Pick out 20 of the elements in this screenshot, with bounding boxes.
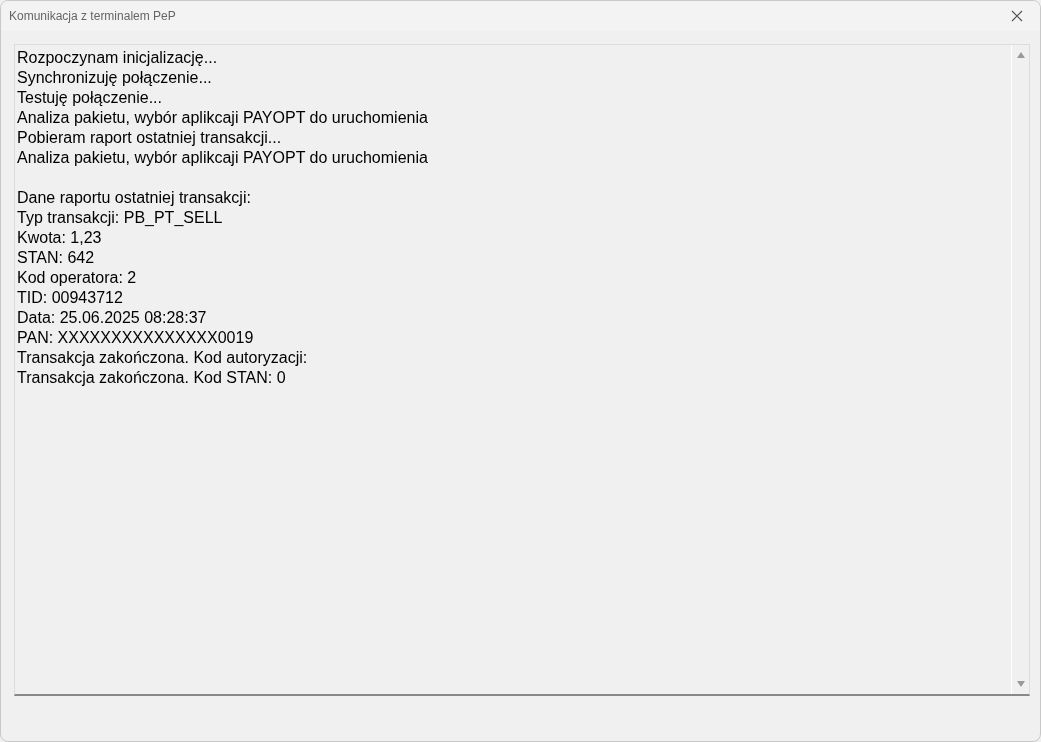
log-line: Transakcja zakończona. Kod autoryzacji: [17,348,308,368]
log-line: Pobieram raport ostatniej transakcji... [17,128,282,148]
log-line: Dane raportu ostatniej transakcji: [17,188,251,208]
log-line: Typ transakcji: PB_PT_SELL [17,208,223,228]
window-title: Komunikacja z terminalem PeP [9,9,176,23]
log-line: Synchronizuję połączenie... [17,68,212,88]
log-line: TID: 00943712 [17,288,123,308]
log-line: Kwota: 1,23 [17,228,102,248]
log-line: Data: 25.06.2025 08:28:37 [17,308,207,328]
scroll-down-icon[interactable] [1015,680,1026,688]
close-icon [1011,10,1023,22]
log-line: Rozpoczynam inicjalizację... [17,48,218,68]
log-line: PAN: XXXXXXXXXXXXXXX0019 [17,328,254,348]
log-line: Kod operatora: 2 [17,268,137,288]
log-line: Analiza pakietu, wybór aplikcaji PAYOPT do uruchomienia [17,108,428,128]
log-line: Transakcja zakończona. Kod STAN: 0 [17,368,286,388]
scroll-up-icon[interactable] [1015,51,1026,59]
log-line: STAN: 642 [17,248,95,268]
log-line: Testuję połączenie... [17,88,162,108]
log-line: Analiza pakietu, wybór aplikcaji PAYOPT do uruchomienia [17,148,428,168]
